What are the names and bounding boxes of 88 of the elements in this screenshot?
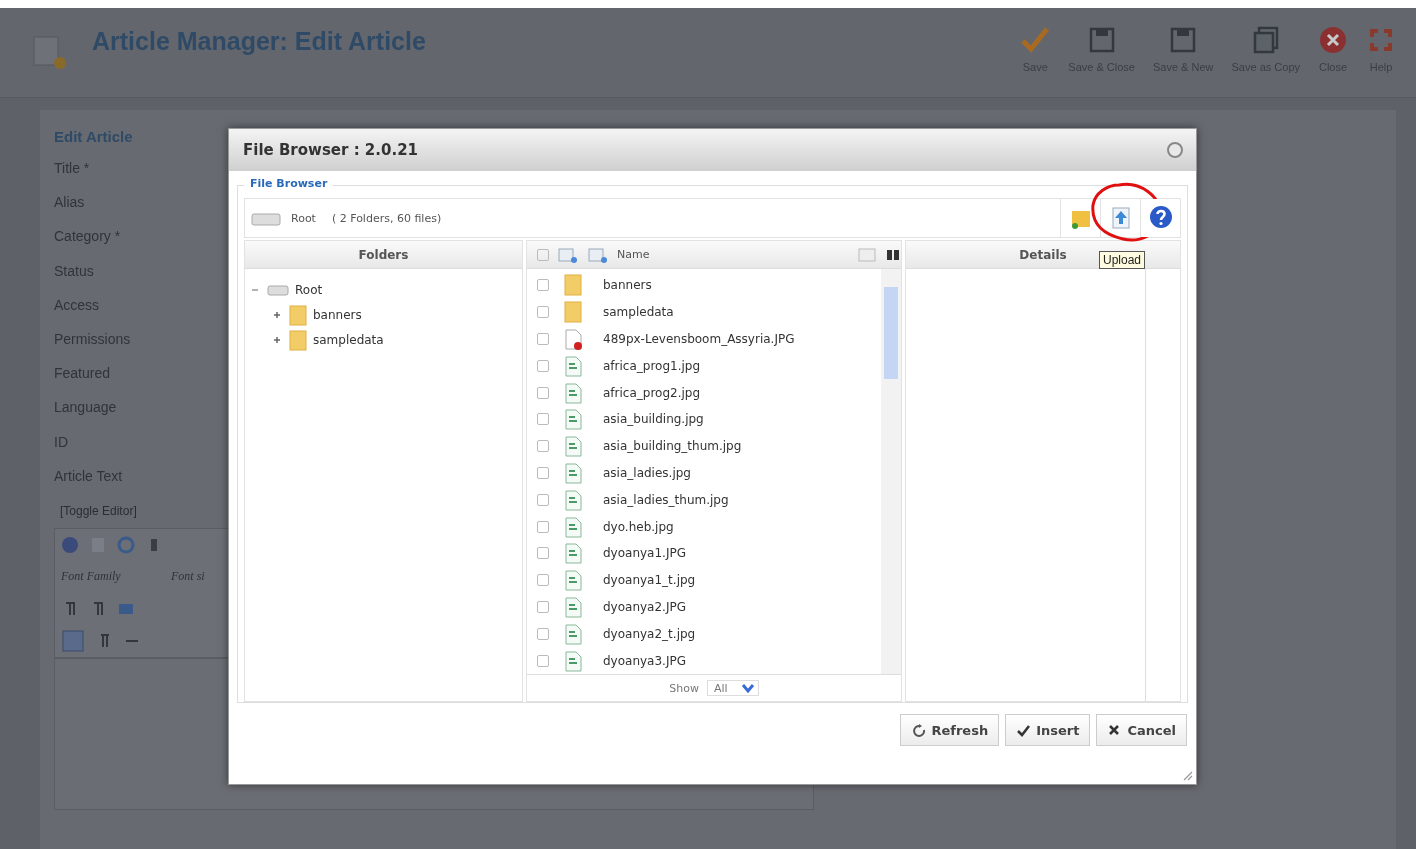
file-checkbox[interactable] xyxy=(537,520,549,533)
select-all-checkbox[interactable] xyxy=(537,248,549,261)
tooltip: Upload xyxy=(1099,251,1146,269)
file-checkbox[interactable] xyxy=(537,600,549,613)
folder-tree-item[interactable]: banners xyxy=(313,307,362,322)
image-file-icon xyxy=(563,648,583,673)
folder-icon xyxy=(563,300,583,325)
file-name[interactable]: asia_ladies.jpg xyxy=(603,465,691,480)
file-checkbox[interactable] xyxy=(537,627,549,640)
field-label: Article Text xyxy=(54,467,123,486)
insert-button[interactable]: Insert xyxy=(1005,714,1091,746)
field-label: Permissions xyxy=(54,330,131,349)
resize-grip-icon xyxy=(1181,769,1193,781)
field-label: Featured xyxy=(54,365,111,384)
image-file-icon xyxy=(563,621,583,646)
file-name[interactable]: dyoanya2_t.jpg xyxy=(603,626,696,641)
file-name[interactable]: dyo.heb.jpg xyxy=(603,519,674,534)
file-name[interactable]: asia_building.jpg xyxy=(603,412,704,427)
file-name[interactable]: asia_ladies_thum.jpg xyxy=(603,492,729,507)
file-name[interactable]: dyoanya1.JPG xyxy=(603,546,686,561)
cancel-button[interactable]: Cancel xyxy=(1096,714,1187,746)
show-label: Show xyxy=(669,681,699,695)
folder-icon xyxy=(289,328,307,351)
field-label: Status xyxy=(54,262,94,281)
file-name[interactable]: asia_building_thum.jpg xyxy=(603,439,742,454)
file-checkbox[interactable] xyxy=(537,440,549,453)
file-checkbox[interactable] xyxy=(537,359,549,372)
folder-icon xyxy=(563,273,583,298)
field-label: Access xyxy=(54,296,100,315)
refresh-button[interactable]: Refresh xyxy=(900,714,1000,746)
file-checkbox[interactable] xyxy=(537,306,549,319)
dialog-title: File Browser : 2.0.21 xyxy=(243,141,418,159)
file-name[interactable]: 489px-Levensboom_Assyria.JPG xyxy=(603,332,795,346)
filter-select[interactable]: All xyxy=(707,680,759,696)
scroll-thumb[interactable] xyxy=(884,287,898,379)
file-checkbox[interactable] xyxy=(537,386,549,399)
file-name[interactable]: banners xyxy=(603,278,652,293)
expand-icon[interactable] xyxy=(273,310,283,319)
column-header: Folders xyxy=(245,241,522,269)
field-label: Alias xyxy=(54,194,85,213)
file-name[interactable]: dyoanya2.JPG xyxy=(603,599,686,614)
file-checkbox[interactable] xyxy=(537,493,549,506)
check-icon xyxy=(1016,723,1031,737)
file-checkbox[interactable] xyxy=(537,574,549,587)
folder-summary: ( 2 Folders, 60 files) xyxy=(331,211,442,225)
broken-file-icon xyxy=(563,327,583,351)
expand-icon[interactable] xyxy=(273,335,283,344)
image-file-icon xyxy=(563,514,583,539)
image-file-icon xyxy=(563,541,583,566)
section-title: Edit Article xyxy=(54,128,133,147)
file-name[interactable]: dyoanya1_t.jpg xyxy=(603,573,696,588)
refresh-icon xyxy=(911,723,926,737)
circle-icon[interactable] xyxy=(117,535,135,554)
field-label: Title * xyxy=(54,160,90,178)
drive-icon xyxy=(267,282,289,297)
file-checkbox[interactable] xyxy=(537,547,549,560)
folder-icon xyxy=(289,303,307,326)
fieldset-legend: File Browser xyxy=(244,177,334,190)
image-file-icon xyxy=(563,434,583,459)
file-checkbox[interactable] xyxy=(537,333,549,345)
thumbnail-view-icon[interactable] xyxy=(557,245,579,264)
image-file-icon xyxy=(563,380,583,405)
field-label: ID xyxy=(54,433,68,452)
image-file-icon xyxy=(563,353,583,378)
file-checkbox[interactable] xyxy=(537,279,549,292)
file-name[interactable]: dyoanya3.JPG xyxy=(603,653,686,668)
image-file-icon xyxy=(563,594,583,619)
list-view-icon[interactable] xyxy=(587,245,609,264)
image-file-icon xyxy=(563,407,583,432)
file-name[interactable]: africa_prog2.jpg xyxy=(603,385,701,400)
file-checkbox[interactable] xyxy=(537,654,549,667)
close-icon xyxy=(1318,24,1348,55)
path-label: Root xyxy=(291,211,316,225)
field-label: Language xyxy=(54,399,117,418)
scrollbar[interactable] xyxy=(881,269,901,674)
folder-tree-item[interactable]: Root xyxy=(295,282,323,297)
file-checkbox[interactable] xyxy=(537,413,549,426)
field-label: Category * xyxy=(54,228,121,247)
image-file-icon xyxy=(563,460,583,485)
cancel-icon xyxy=(1107,723,1122,737)
image-file-icon xyxy=(563,568,583,593)
close-icon[interactable] xyxy=(1166,141,1184,159)
file-name[interactable]: sampledata xyxy=(603,305,674,320)
file-checkbox[interactable] xyxy=(537,466,549,479)
image-file-icon xyxy=(563,487,583,512)
file-name[interactable]: africa_prog1.jpg xyxy=(603,358,701,373)
chevron-down-icon xyxy=(739,681,756,695)
folder-tree-item[interactable]: sampledata xyxy=(313,332,384,347)
